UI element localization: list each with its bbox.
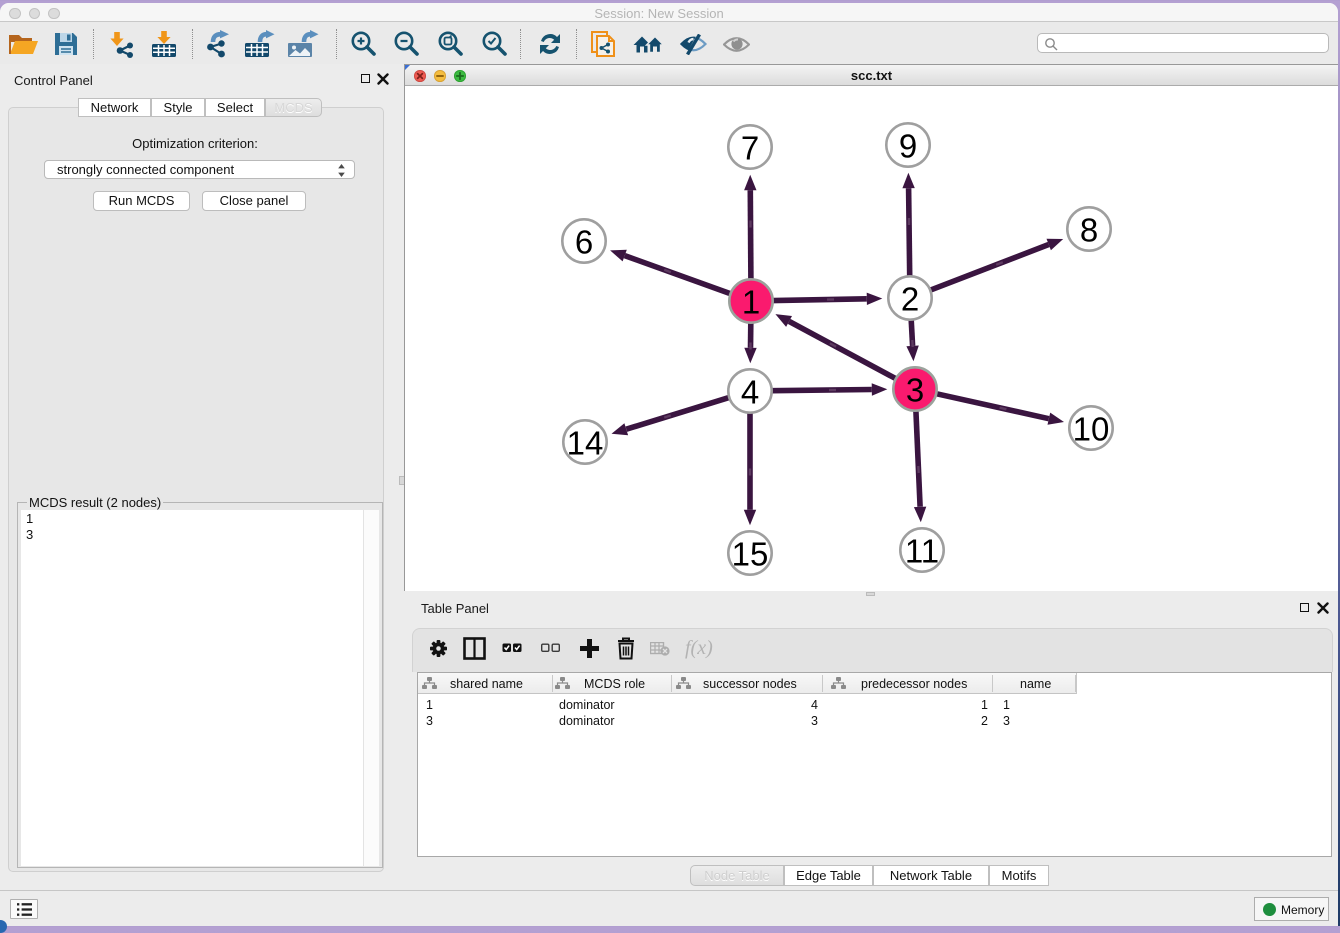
svg-text:4: 4 — [741, 374, 759, 411]
svg-text:8: 8 — [1080, 212, 1098, 249]
svg-text:6: 6 — [575, 224, 593, 261]
svg-text:1: 1 — [742, 284, 760, 321]
svg-text:14: 14 — [567, 425, 604, 462]
svg-text:15: 15 — [732, 536, 769, 573]
svg-text:11: 11 — [905, 533, 939, 570]
svg-text:7: 7 — [741, 130, 759, 167]
svg-text:2: 2 — [901, 281, 919, 318]
svg-text:3: 3 — [906, 372, 924, 409]
svg-text:10: 10 — [1073, 411, 1110, 448]
svg-text:9: 9 — [899, 128, 917, 165]
